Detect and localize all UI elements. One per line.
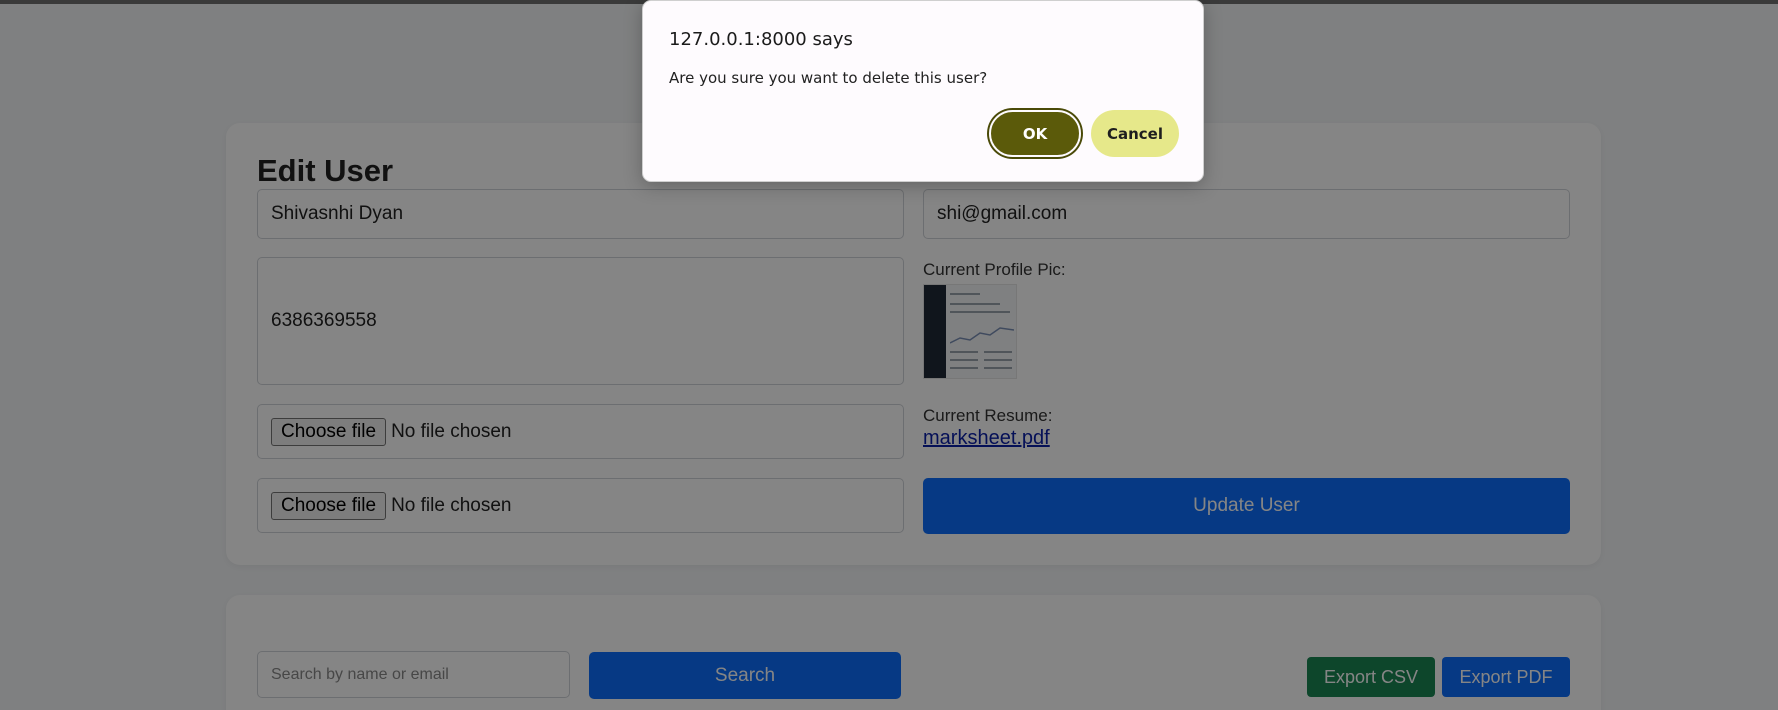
ok-button[interactable]: OK (989, 110, 1081, 157)
confirm-dialog: 127.0.0.1:8000 says Are you sure you wan… (642, 0, 1204, 182)
cancel-button[interactable]: Cancel (1091, 110, 1179, 157)
dialog-origin: 127.0.0.1:8000 says (669, 29, 853, 50)
dialog-message: Are you sure you want to delete this use… (669, 69, 988, 87)
